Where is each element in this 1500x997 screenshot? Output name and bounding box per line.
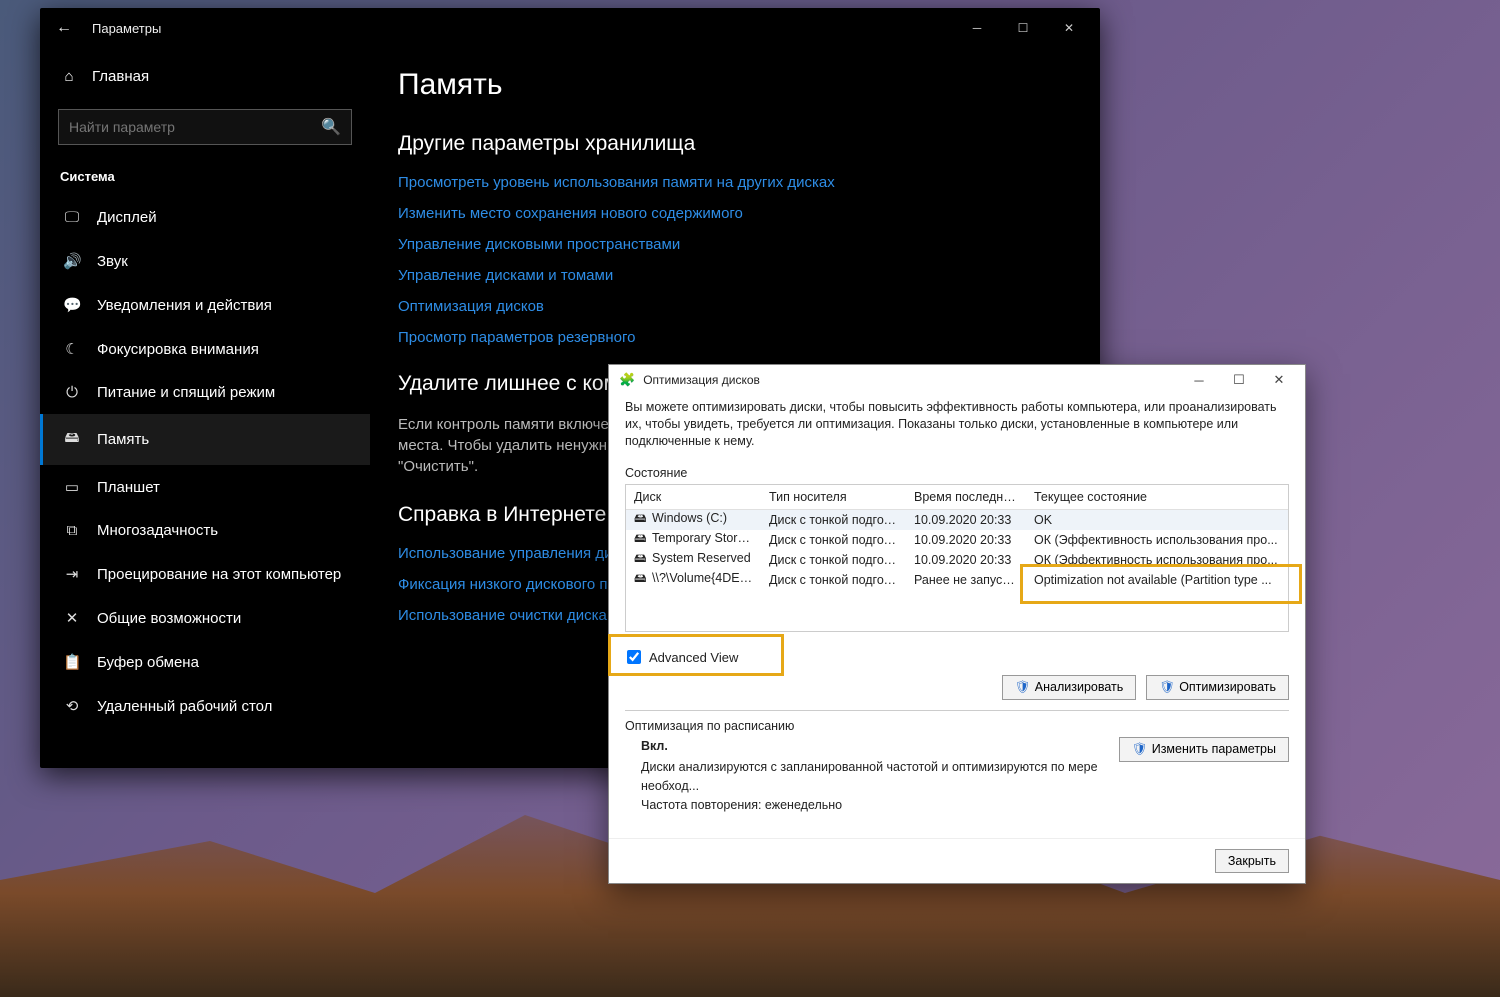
maximize-button[interactable]: ☐: [1000, 8, 1046, 48]
minimize-button[interactable]: ─: [954, 8, 1000, 48]
drive-icon: 🖴: [634, 569, 648, 590]
shield-icon: 🛡: [1132, 742, 1148, 757]
home-icon: ⌂: [60, 68, 78, 85]
analyze-button[interactable]: 🛡Анализировать: [1002, 675, 1136, 700]
nav-icon: ☾: [63, 340, 81, 358]
nav-label: Уведомления и действия: [97, 297, 272, 314]
dialog-close-button[interactable]: ✕: [1259, 366, 1299, 394]
dialog-app-icon: 🧩: [619, 372, 635, 388]
close-button[interactable]: ✕: [1046, 8, 1092, 48]
settings-sidebar: ⌂ Главная 🔍 Система 🖵 Дисплей 🔊 Звук 💬 Уведом…: [40, 48, 370, 768]
home-label: Главная: [92, 68, 149, 85]
sidebar-item-8[interactable]: ⇥ Проецирование на этот компьютер: [40, 552, 370, 596]
nav-icon: 💬: [63, 296, 81, 314]
shield-icon: 🛡: [1159, 680, 1175, 695]
sidebar-item-4[interactable]: ⏻ Питание и спящий режим: [40, 371, 370, 414]
sidebar-item-9[interactable]: ✕ Общие возможности: [40, 596, 370, 640]
col-media[interactable]: Тип носителя: [761, 485, 906, 509]
nav-label: Память: [97, 431, 149, 448]
table-row[interactable]: 🖴\\?\Volume{4DE89...Диск с тонкой подгот…: [626, 570, 1288, 590]
nav-label: Многозадачность: [97, 522, 218, 539]
settings-link[interactable]: Управление дисковыми пространствами: [398, 236, 1072, 253]
nav-label: Буфер обмена: [97, 654, 199, 671]
dialog-intro-text: Вы можете оптимизировать диски, чтобы по…: [625, 399, 1289, 450]
schedule-heading: Оптимизация по расписанию: [625, 719, 1289, 733]
sidebar-item-7[interactable]: ⧉ Многозадачность: [40, 509, 370, 552]
nav-label: Удаленный рабочий стол: [97, 698, 272, 715]
dialog-maximize-button[interactable]: ☐: [1219, 366, 1259, 394]
settings-link[interactable]: Изменить место сохранения нового содержи…: [398, 205, 1072, 222]
nav-icon: ⟲: [63, 697, 81, 715]
section-heading-storage: Другие параметры хранилища: [398, 132, 1072, 156]
change-settings-button[interactable]: 🛡Изменить параметры: [1119, 737, 1289, 762]
dialog-close-ok-button[interactable]: Закрыть: [1215, 849, 1289, 873]
back-button[interactable]: ←: [56, 19, 72, 37]
search-box[interactable]: 🔍: [58, 109, 352, 145]
settings-link[interactable]: Просмотреть уровень использования памяти…: [398, 174, 1072, 191]
nav-icon: 🖵: [63, 209, 81, 226]
sidebar-item-6[interactable]: ▭ Планшет: [40, 465, 370, 509]
sidebar-item-3[interactable]: ☾ Фокусировка внимания: [40, 327, 370, 371]
dialog-minimize-button[interactable]: ─: [1179, 366, 1219, 394]
col-status[interactable]: Текущее состояние: [1026, 485, 1288, 509]
optimize-drives-dialog: 🧩 Оптимизация дисков ─ ☐ ✕ Вы можете опт…: [608, 364, 1306, 884]
dialog-titlebar: 🧩 Оптимизация дисков ─ ☐ ✕: [609, 365, 1305, 395]
optimize-button[interactable]: 🛡Оптимизировать: [1146, 675, 1289, 700]
nav-label: Общие возможности: [97, 610, 241, 627]
advanced-view-label[interactable]: Advanced View: [649, 650, 738, 665]
sidebar-item-2[interactable]: 💬 Уведомления и действия: [40, 283, 370, 327]
nav-icon: 🔊: [63, 252, 81, 270]
sidebar-item-0[interactable]: 🖵 Дисплей: [40, 196, 370, 239]
settings-link[interactable]: Оптимизация дисков: [398, 298, 1072, 315]
nav-label: Звук: [97, 253, 128, 270]
sidebar-item-11[interactable]: ⟲ Удаленный рабочий стол: [40, 684, 370, 728]
nav-label: Питание и спящий режим: [97, 384, 275, 401]
window-title: Параметры: [92, 21, 954, 36]
nav-icon: 📋: [63, 653, 81, 671]
nav-label: Планшет: [97, 479, 160, 496]
settings-link[interactable]: Управление дисками и томами: [398, 267, 1072, 284]
search-icon: 🔍: [321, 117, 341, 137]
nav-icon: 🖴: [63, 427, 81, 452]
nav-icon: ⇥: [63, 565, 81, 583]
sidebar-group-label: Система: [40, 163, 370, 196]
advanced-view-checkbox[interactable]: [627, 650, 641, 664]
search-input[interactable]: [69, 119, 321, 135]
state-label: Состояние: [625, 466, 1289, 480]
drives-table: Диск Тип носителя Время последнег... Тек…: [625, 484, 1289, 632]
nav-icon: ⧉: [63, 522, 81, 539]
nav-icon: ⏻: [63, 384, 81, 401]
advanced-view-row: Advanced View: [625, 644, 1289, 671]
nav-icon: ▭: [63, 478, 81, 496]
sidebar-item-1[interactable]: 🔊 Звук: [40, 239, 370, 283]
schedule-on: Вкл.: [641, 737, 1105, 756]
nav-label: Дисплей: [97, 209, 157, 226]
nav-icon: ✕: [63, 609, 81, 627]
shield-icon: 🛡: [1015, 680, 1031, 695]
settings-titlebar: ← Параметры ─ ☐ ✕: [40, 8, 1100, 48]
home-link[interactable]: ⌂ Главная: [40, 58, 370, 95]
page-heading: Память: [398, 68, 1072, 102]
nav-label: Проецирование на этот компьютер: [97, 566, 341, 583]
sidebar-item-5[interactable]: 🖴 Память: [40, 414, 370, 465]
schedule-section: Оптимизация по расписанию Вкл. Диски ана…: [625, 710, 1289, 815]
schedule-line2: Частота повторения: еженедельно: [641, 796, 1105, 815]
col-last[interactable]: Время последнег...: [906, 485, 1026, 509]
dialog-title: Оптимизация дисков: [643, 373, 1179, 387]
schedule-line1: Диски анализируются с запланированной ча…: [641, 758, 1105, 796]
settings-link[interactable]: Просмотр параметров резервного: [398, 329, 1072, 346]
sidebar-item-10[interactable]: 📋 Буфер обмена: [40, 640, 370, 684]
nav-label: Фокусировка внимания: [97, 341, 259, 358]
